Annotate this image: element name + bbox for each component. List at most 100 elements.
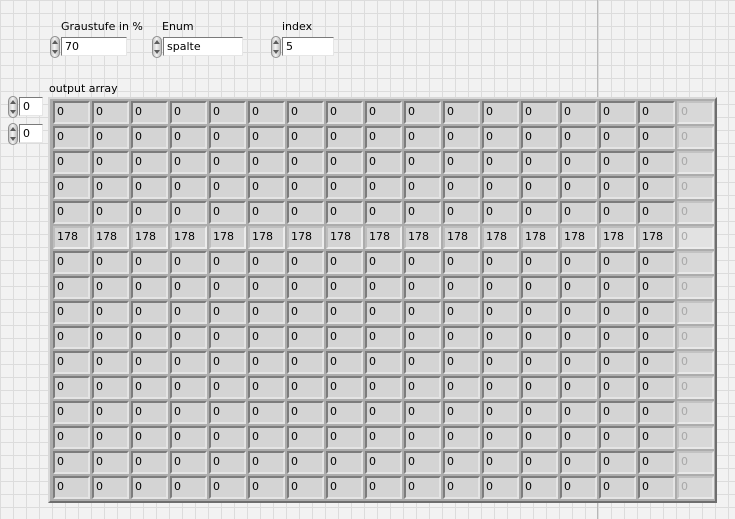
array-cell[interactable]: 0 [326, 301, 363, 324]
array-cell[interactable]: 0 [560, 276, 597, 299]
array-cell[interactable]: 0 [599, 351, 636, 374]
array-cell[interactable]: 0 [521, 401, 558, 424]
array-cell[interactable]: 0 [521, 276, 558, 299]
array-cell[interactable]: 0 [521, 176, 558, 199]
array-cell[interactable]: 0 [404, 151, 441, 174]
array-cell[interactable]: 0 [209, 176, 246, 199]
array-cell[interactable]: 0 [170, 301, 207, 324]
array-cell[interactable]: 0 [92, 451, 129, 474]
array-cell[interactable]: 0 [248, 326, 285, 349]
array-cell[interactable]: 0 [599, 476, 636, 499]
array-cell[interactable]: 178 [131, 226, 168, 249]
array-cell[interactable]: 0 [248, 426, 285, 449]
array-cell[interactable]: 0 [53, 126, 90, 149]
row-index-input[interactable]: 0 [19, 97, 43, 116]
array-cell[interactable]: 0 [92, 201, 129, 224]
array-cell[interactable]: 0 [404, 101, 441, 124]
array-cell[interactable]: 0 [92, 326, 129, 349]
array-cell[interactable]: 0 [560, 376, 597, 399]
array-cell[interactable]: 0 [560, 201, 597, 224]
array-cell[interactable]: 0 [560, 426, 597, 449]
array-cell[interactable]: 0 [521, 351, 558, 374]
array-cell[interactable]: 178 [365, 226, 402, 249]
array-cell[interactable]: 0 [365, 151, 402, 174]
array-cell[interactable]: 0 [599, 451, 636, 474]
array-cell[interactable]: 0 [443, 251, 480, 274]
array-cell[interactable]: 0 [560, 101, 597, 124]
array-cell[interactable]: 0 [170, 351, 207, 374]
array-cell[interactable]: 0 [599, 176, 636, 199]
array-cell[interactable]: 0 [521, 151, 558, 174]
array-cell[interactable]: 0 [599, 401, 636, 424]
array-cell[interactable]: 0 [638, 426, 675, 449]
array-cell[interactable]: 0 [677, 276, 714, 299]
array-cell[interactable]: 0 [326, 276, 363, 299]
array-cell[interactable]: 0 [404, 276, 441, 299]
array-cell[interactable]: 0 [677, 351, 714, 374]
array-cell[interactable]: 0 [209, 101, 246, 124]
array-cell[interactable]: 0 [482, 476, 519, 499]
array-cell[interactable]: 0 [521, 376, 558, 399]
array-cell[interactable]: 0 [560, 176, 597, 199]
array-cell[interactable]: 0 [599, 126, 636, 149]
array-cell[interactable]: 0 [92, 251, 129, 274]
array-cell[interactable]: 0 [53, 201, 90, 224]
array-cell[interactable]: 0 [53, 301, 90, 324]
array-cell[interactable]: 0 [365, 426, 402, 449]
array-cell[interactable]: 0 [131, 351, 168, 374]
array-cell[interactable]: 0 [560, 351, 597, 374]
array-cell[interactable]: 0 [560, 401, 597, 424]
index-spinner-icon[interactable] [271, 36, 281, 58]
array-cell[interactable]: 0 [92, 476, 129, 499]
array-cell[interactable]: 0 [287, 176, 324, 199]
array-cell[interactable]: 0 [248, 401, 285, 424]
array-cell[interactable]: 0 [248, 476, 285, 499]
array-cell[interactable]: 0 [482, 401, 519, 424]
array-cell[interactable]: 0 [443, 401, 480, 424]
array-cell[interactable]: 0 [170, 401, 207, 424]
array-cell[interactable]: 0 [287, 126, 324, 149]
array-cell[interactable]: 0 [560, 126, 597, 149]
array-cell[interactable]: 0 [131, 251, 168, 274]
array-cell[interactable]: 0 [404, 201, 441, 224]
array-cell[interactable]: 0 [92, 101, 129, 124]
array-cell[interactable]: 0 [209, 301, 246, 324]
array-cell[interactable]: 0 [131, 476, 168, 499]
array-cell[interactable]: 0 [131, 451, 168, 474]
array-cell[interactable]: 178 [599, 226, 636, 249]
array-cell[interactable]: 0 [287, 426, 324, 449]
array-cell[interactable]: 0 [638, 351, 675, 374]
increment-arrow-icon[interactable] [10, 127, 16, 131]
array-cell[interactable]: 0 [53, 401, 90, 424]
array-cell[interactable]: 0 [248, 151, 285, 174]
array-cell[interactable]: 178 [170, 226, 207, 249]
array-cell[interactable]: 0 [482, 451, 519, 474]
array-cell[interactable]: 0 [443, 426, 480, 449]
array-cell[interactable]: 0 [326, 326, 363, 349]
array-row-index[interactable]: 0 [8, 96, 46, 118]
array-cell[interactable]: 0 [638, 301, 675, 324]
array-cell[interactable]: 0 [599, 426, 636, 449]
array-cell[interactable]: 0 [53, 451, 90, 474]
array-cell[interactable]: 178 [521, 226, 558, 249]
array-cell[interactable]: 0 [131, 326, 168, 349]
array-cell[interactable]: 0 [209, 251, 246, 274]
decrement-arrow-icon[interactable] [273, 50, 279, 54]
array-cell[interactable]: 0 [677, 151, 714, 174]
graustufe-spinner-icon[interactable] [50, 36, 60, 58]
array-cell[interactable]: 0 [599, 251, 636, 274]
array-cell[interactable]: 0 [599, 151, 636, 174]
array-cell[interactable]: 0 [404, 426, 441, 449]
array-cell[interactable]: 0 [404, 176, 441, 199]
array-cell[interactable]: 0 [365, 401, 402, 424]
array-cell[interactable]: 0 [326, 126, 363, 149]
array-cell[interactable]: 0 [287, 476, 324, 499]
array-cell[interactable]: 0 [638, 451, 675, 474]
array-cell[interactable]: 0 [131, 376, 168, 399]
array-cell[interactable]: 0 [131, 401, 168, 424]
array-cell[interactable]: 0 [560, 301, 597, 324]
array-cell[interactable]: 0 [404, 326, 441, 349]
array-cell[interactable]: 0 [443, 376, 480, 399]
array-cell[interactable]: 0 [248, 126, 285, 149]
array-cell[interactable]: 0 [326, 201, 363, 224]
